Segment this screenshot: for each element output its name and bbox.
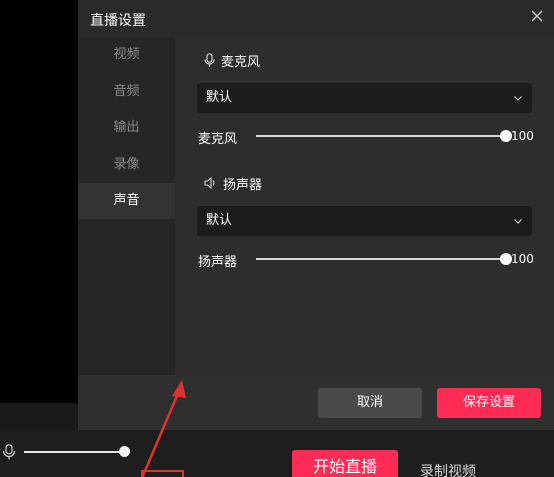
speaker-device-select[interactable]: 默认: [197, 206, 532, 236]
sidebar-item-video[interactable]: 视频: [78, 37, 175, 73]
microphone-icon[interactable]: [2, 444, 16, 460]
settings-sidebar: 视频 音频 输出 录像 声音: [78, 37, 175, 375]
dialog-body: 视频 音频 输出 录像 声音 麦克风 默认 麦克风 100 扬声器 默认 扬声器…: [78, 37, 554, 375]
microphone-volume-slider[interactable]: [256, 130, 512, 142]
slider-track: [24, 451, 130, 453]
speaker-section-header: 扬声器: [204, 174, 263, 193]
slider-handle[interactable]: [119, 446, 130, 457]
microphone-section-title: 麦克风: [221, 54, 261, 70]
microphone-icon: [204, 52, 215, 67]
microphone-section-header: 麦克风: [204, 51, 261, 70]
microphone-volume-value: 100: [511, 129, 534, 143]
record-video-button[interactable]: 录制视频: [420, 461, 476, 477]
slider-track: [256, 135, 506, 137]
annotation-arrow: [141, 380, 186, 477]
slider-track: [256, 258, 506, 260]
sidebar-item-sound[interactable]: 声音: [78, 183, 175, 219]
speaker-section-title: 扬声器: [223, 177, 263, 193]
cancel-button[interactable]: 取消: [318, 388, 422, 418]
speaker-icon: [204, 177, 215, 189]
start-live-button[interactable]: 开始直播: [292, 450, 398, 477]
save-settings-button[interactable]: 保存设置: [437, 388, 541, 418]
close-icon[interactable]: [530, 9, 544, 23]
microphone-device-select[interactable]: 默认: [197, 83, 532, 113]
chevron-down-icon: [514, 96, 522, 101]
sidebar-item-output[interactable]: 输出: [78, 110, 175, 146]
chevron-down-icon: [514, 219, 522, 224]
sound-settings-panel: 麦克风 默认 麦克风 100 扬声器 默认 扬声器 100: [175, 37, 554, 375]
sidebar-item-audio[interactable]: 音频: [78, 74, 175, 110]
speaker-volume-label: 扬声器: [198, 255, 238, 270]
live-settings-dialog: 直播设置 视频 音频 输出 录像 声音 麦克风 默认 麦克风 100 扬声器 默…: [78, 0, 554, 430]
microphone-volume-label: 麦克风: [198, 132, 238, 147]
speaker-device-value: 默认: [206, 213, 233, 228]
speaker-volume-slider[interactable]: [256, 253, 512, 265]
speaker-volume-value: 100: [511, 252, 534, 266]
annotation-highlight-box: [141, 470, 184, 477]
dialog-title: 直播设置: [90, 13, 146, 29]
mic-level-slider[interactable]: [24, 446, 130, 457]
app-window: 直播设置 视频 音频 输出 录像 声音 麦克风 默认 麦克风 100 扬声器 默…: [0, 0, 554, 477]
microphone-device-value: 默认: [206, 90, 233, 105]
video-preview: [0, 0, 78, 403]
sidebar-item-recording[interactable]: 录像: [78, 147, 175, 183]
